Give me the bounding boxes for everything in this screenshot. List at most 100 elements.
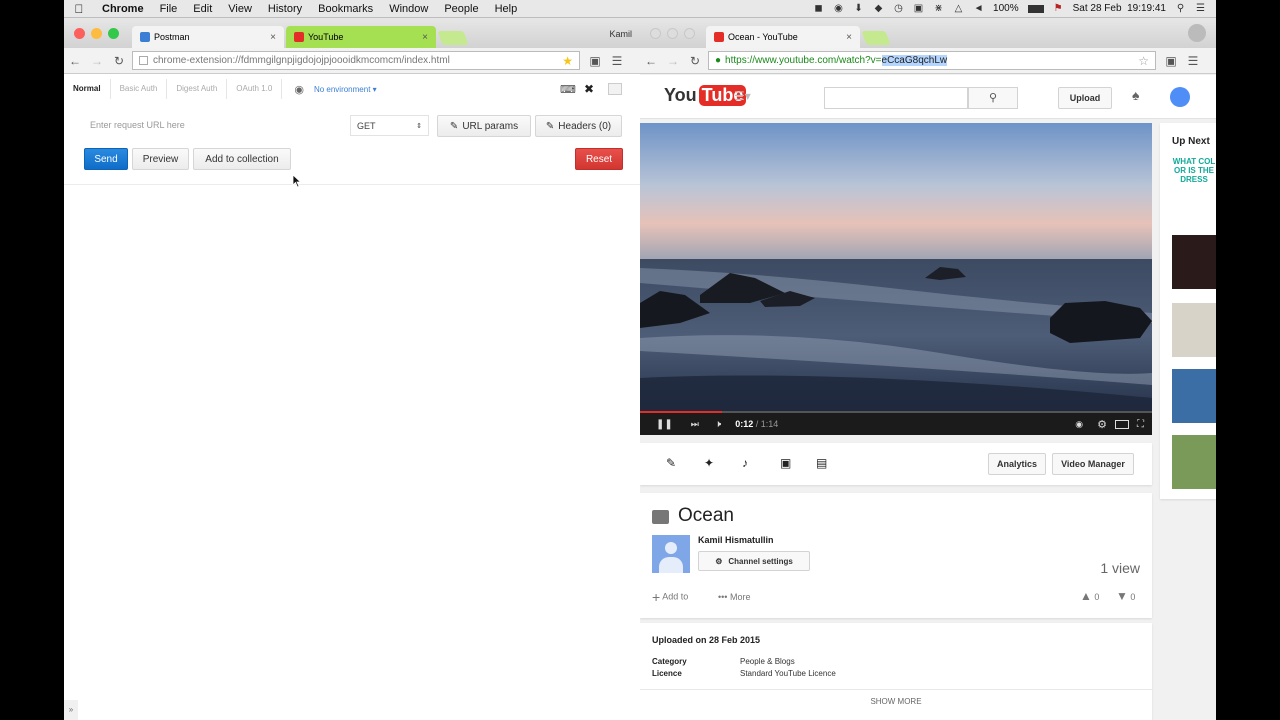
tab-postman[interactable]: Postman × <box>132 26 284 48</box>
address-bar[interactable]: ● https://www.youtube.com/watch?v= eCcaG… <box>708 51 1156 70</box>
annotations-icon[interactable]: ◉ <box>1075 419 1083 430</box>
collapse-arrow-icon[interactable]: » <box>64 700 78 720</box>
keyboard-icon[interactable]: ⌨ <box>560 83 576 96</box>
headers-button[interactable]: ✎ Headers (0) <box>535 115 622 137</box>
add-to-button[interactable]: + Add to <box>652 589 688 605</box>
profile-avatar-icon[interactable] <box>1188 24 1206 42</box>
tab-digest-auth[interactable]: Digest Auth <box>167 79 228 99</box>
close-tab-icon[interactable]: × <box>270 32 276 43</box>
menu-view[interactable]: View <box>220 3 260 15</box>
close-window-button[interactable] <box>74 28 85 39</box>
magic-wand-icon[interactable]: ✦ <box>704 456 714 470</box>
extension-icon[interactable]: ▣ <box>1160 54 1182 68</box>
audio-note-icon[interactable]: ♪ <box>742 456 748 470</box>
reload-icon[interactable]: ↻ <box>108 54 130 68</box>
tab-basic-auth[interactable]: Basic Auth <box>111 79 168 99</box>
flag-icon[interactable]: ⚑ <box>1053 3 1064 14</box>
menu-people[interactable]: People <box>436 3 486 15</box>
url-params-button[interactable]: ✎ URL params <box>437 115 531 137</box>
profile-name[interactable]: Kamil <box>609 29 632 39</box>
channel-avatar[interactable] <box>652 535 690 573</box>
volume-icon[interactable]: ◄ <box>973 3 984 14</box>
screen-icon[interactable]: ▣ <box>913 3 924 14</box>
zoom-window-button[interactable] <box>684 28 695 39</box>
address-bar[interactable]: chrome-extension://fdmmgilgnpjigdojojpjo… <box>132 51 580 70</box>
channel-name[interactable]: Kamil Hismatullin <box>698 535 774 545</box>
menu-file[interactable]: File <box>152 3 186 15</box>
clock[interactable]: Sat 28 Feb 19:19:41 <box>1073 3 1166 14</box>
bluetooth-icon[interactable]: ⋇ <box>933 3 944 14</box>
bookmark-star-icon[interactable]: ☆ <box>1138 54 1149 68</box>
new-tab-button[interactable] <box>437 31 469 45</box>
channel-settings-button[interactable]: ⚙ Channel settings <box>698 551 810 571</box>
volume-icon[interactable]: 🕨 <box>715 419 721 430</box>
forward-arrow-icon[interactable]: → <box>86 54 108 68</box>
tab-oauth[interactable]: OAuth 1.0 <box>227 79 283 99</box>
back-arrow-icon[interactable]: ← <box>64 54 86 68</box>
extension-icon[interactable]: ▣ <box>584 54 606 68</box>
settings-gear-icon[interactable]: ⚙ <box>1097 418 1107 431</box>
notifications-bell-icon[interactable]: ♠ <box>1132 87 1139 103</box>
dislike-button[interactable]: ▼ 0 <box>1116 589 1135 603</box>
search-button[interactable]: ⚲ <box>968 87 1018 109</box>
battery-icon[interactable] <box>1027 4 1044 13</box>
related-thumbnail[interactable] <box>1172 235 1216 289</box>
tab-normal[interactable]: Normal <box>64 79 111 99</box>
send-button[interactable]: Send <box>84 148 128 170</box>
zoom-window-button[interactable] <box>108 28 119 39</box>
dropbox-icon[interactable]: ◆ <box>873 3 884 14</box>
menu-bookmarks[interactable]: Bookmarks <box>310 3 381 15</box>
chrome-menu-icon[interactable]: ☰ <box>606 54 628 68</box>
evernote-icon[interactable]: ◼ <box>813 3 824 14</box>
reload-icon[interactable]: ↻ <box>684 54 706 68</box>
chrome-menu-icon[interactable]: ☰ <box>1182 54 1204 68</box>
video-player[interactable]: ❚❚ ⏭ 🕨 0:12 / 1:14 ◉ ⚙ ⛶ <box>640 123 1152 435</box>
licence-value[interactable]: Standard YouTube Licence <box>740 669 836 678</box>
next-icon[interactable]: ⏭ <box>691 419 699 430</box>
request-url-input[interactable]: Enter request URL here <box>84 114 346 135</box>
guide-menu-icon[interactable]: ☰▾ <box>734 89 751 103</box>
time-machine-icon[interactable]: ◷ <box>893 3 904 14</box>
captions-icon[interactable]: ▤ <box>816 456 827 470</box>
minimize-window-button[interactable] <box>91 28 102 39</box>
new-tab-button[interactable] <box>861 31 891 45</box>
theater-mode-icon[interactable] <box>1115 419 1129 429</box>
tab-ocean-youtube[interactable]: Ocean - YouTube × <box>706 26 860 48</box>
like-button[interactable]: ▲ 0 <box>1080 589 1099 603</box>
enhance-pencil-icon[interactable]: ✎ <box>666 456 676 470</box>
reset-button[interactable]: Reset <box>575 148 623 170</box>
related-thumbnail[interactable] <box>1172 435 1216 489</box>
analytics-button[interactable]: Analytics <box>988 453 1046 475</box>
record-icon[interactable]: ◉ <box>833 3 844 14</box>
spotlight-icon[interactable]: ⚲ <box>1175 3 1186 14</box>
wifi-icon[interactable]: △ <box>953 3 964 14</box>
eye-icon[interactable]: ◉ <box>294 83 304 96</box>
pause-icon[interactable]: ❚❚ <box>656 419 673 430</box>
method-select[interactable]: GET ⇕ <box>350 115 429 136</box>
menu-help[interactable]: Help <box>487 3 526 15</box>
more-button[interactable]: ••• More <box>718 592 750 602</box>
add-to-collection-button[interactable]: Add to collection <box>193 148 291 170</box>
preview-button[interactable]: Preview <box>132 148 189 170</box>
search-input[interactable] <box>824 87 968 109</box>
up-next-thumbnail[interactable]: WHAT COLOR IS THE DRESS <box>1172 157 1216 209</box>
minimize-window-button[interactable] <box>667 28 678 39</box>
upload-button[interactable]: Upload <box>1058 87 1112 109</box>
tab-youtube[interactable]: YouTube × <box>286 26 436 48</box>
close-tab-icon[interactable]: × <box>422 32 428 43</box>
menu-app-name[interactable]: Chrome <box>94 3 152 15</box>
bookmark-star-icon[interactable]: ★ <box>562 54 573 68</box>
forward-arrow-icon[interactable]: → <box>662 54 684 68</box>
category-value[interactable]: People & Blogs <box>740 657 795 666</box>
fullscreen-icon[interactable]: ⛶ <box>1137 419 1144 430</box>
account-avatar-icon[interactable] <box>1170 87 1190 107</box>
video-manager-button[interactable]: Video Manager <box>1052 453 1134 475</box>
settings-tools-icon[interactable]: ✖ <box>584 82 594 96</box>
notifications-icon[interactable]: ☰ <box>1195 3 1206 14</box>
show-more-button[interactable]: SHOW MORE <box>640 697 1152 706</box>
sidebar-toggle-icon[interactable] <box>608 83 622 95</box>
menu-edit[interactable]: Edit <box>185 3 220 15</box>
menu-history[interactable]: History <box>260 3 310 15</box>
annotations-speech-icon[interactable]: ▣ <box>780 456 791 470</box>
related-thumbnail[interactable] <box>1172 369 1216 423</box>
